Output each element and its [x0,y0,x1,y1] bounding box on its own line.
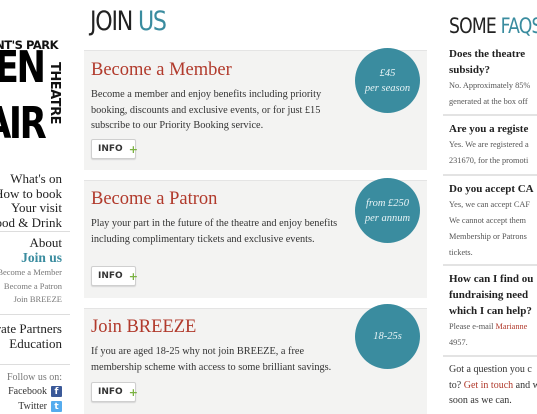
subnav-item-join-breeze[interactable]: Join BREEZE [0,293,62,307]
faq-item: How can I find ou fundraising need which I… [449,271,537,351]
card-description: Become a member and enjoy benefits inclu… [91,89,322,131]
faq-item: Do you accept CA Yes, we can accept CAF W… [449,181,537,261]
faq-question: Are you a registe [449,123,529,135]
nav-item-your-visit[interactable]: Your visit [0,200,62,216]
secondary-nav: Corporate Partners Education [0,321,62,351]
nav-item-food-drink[interactable]: Food & Drink [0,215,62,231]
plus-icon: + [128,142,138,156]
faq-divider [443,174,537,176]
logo-text-line3: AIR [0,98,46,149]
nav-item-how-to-book[interactable]: How to book [0,186,62,202]
price-badge-line1: £45 [379,67,396,79]
info-button-label: INFO [98,144,123,154]
info-button[interactable]: INFO + [91,266,138,286]
nav-item-whats-on[interactable]: What's on [0,171,62,187]
card-title[interactable]: Join BREEZE [91,317,196,338]
logo-text-vertical: THEATRE [47,62,62,124]
twitter-label: Twitter [18,401,47,412]
faq-question: Does the theatre subsidy? [449,48,526,76]
card-title[interactable]: Become a Patron [91,189,217,210]
breeze-card: Join BREEZE If you are aged 18-25 why no… [84,304,427,414]
faq-answer: Yes, we can accept CAF We cannot accept t… [449,200,530,257]
age-badge: 18-25s [355,304,420,369]
facebook-label: Facebook [8,386,47,397]
price-badge: £45 per season [355,48,420,113]
card-description: If you are aged 18-25 why not join BREEZ… [91,346,332,373]
price-badge-line1: from £250 [365,197,410,209]
info-button[interactable]: INFO + [91,382,138,402]
nav-item-education[interactable]: Education [0,336,62,351]
card-title[interactable]: Become a Member [91,60,232,81]
page-title-part2: US [137,6,167,37]
faq-divider [443,264,537,266]
nav-item-about[interactable]: About [21,236,63,250]
twitter-icon: t [51,401,62,412]
subnav-item-become-patron[interactable]: Become a Patron [0,280,62,294]
follow-us-label: Follow us on: [6,372,62,383]
price-badge-line2: per season [364,82,411,94]
membership-card: Become a Member Become a member and enjo… [84,48,427,170]
sidebar: REGENT'S PARK OPEN AIR THEATRE What's on… [0,0,70,414]
faq-question: Do you accept CA [449,183,534,195]
page-title-part1: JOIN [90,6,133,37]
plus-icon: + [128,269,138,283]
info-button-label: INFO [98,271,123,281]
faq-answer: Yes. We are registered a 231670, for the … [449,140,529,165]
info-button-label: INFO [98,387,123,397]
nav-item-corporate-partners[interactable]: Corporate Partners [0,321,62,336]
nav-divider [0,314,70,315]
faq-column: SOME FAQS Does the theatresubsidy? No. A… [443,0,537,414]
theatre-logo[interactable]: REGENT'S PARK OPEN AIR THEATRE [0,38,62,158]
faq-question: How can I find ou fundraising need which I… [449,273,534,317]
logo-text-line2: OPEN [0,42,46,93]
page-title: JOIN US [90,6,167,37]
faq-title: SOME FAQS [449,14,537,38]
nav-divider [0,364,70,365]
card-description: Play your part in the future of the thea… [91,218,338,245]
info-button[interactable]: INFO + [91,139,138,159]
faq-item: Does the theatre subsidy? No. Approximate… [449,46,537,110]
main-nav: What's on How to book Your visit Food & … [0,171,62,231]
subnav-item-become-member[interactable]: Become a Member [0,266,62,280]
faq-divider [443,114,537,116]
join-subnav: Become a Member Become a Patron Join BRE… [0,266,62,307]
nav-item-join-us[interactable]: Join us [21,250,62,266]
faq-divider [443,355,537,357]
price-badge: from £250 per annum [355,178,420,243]
patron-card: Become a Patron Play your part in the fu… [84,178,427,298]
faq-answer: Please e-mail Marianne 4957. [449,322,528,347]
price-badge-line2: per annum [364,212,411,224]
faq-answer: No. Approximately 85% generated at the bo… [449,81,531,106]
faq-closing: Got a question you c to? Get in touch an… [449,362,537,409]
closing-text: Got a question you c to? Get in touch an… [449,364,537,406]
facebook-icon: f [51,386,62,397]
main-content: JOIN US Become a Member Become a member … [84,0,427,414]
faq-title-part1: SOME [449,14,497,38]
age-badge-text: 18-25s [373,331,402,342]
email-link[interactable]: Marianne [496,322,528,331]
facebook-link[interactable]: Facebook f [8,386,62,397]
plus-icon: + [128,385,138,399]
about-nav: About Join us [21,236,62,266]
faq-item: Are you a registe Yes. We are registered… [449,121,537,169]
get-in-touch-link[interactable]: Get in touch [464,380,513,391]
twitter-link[interactable]: Twitter t [18,401,62,412]
nav-divider [0,231,70,232]
faq-title-part2: FAQS [500,14,537,38]
